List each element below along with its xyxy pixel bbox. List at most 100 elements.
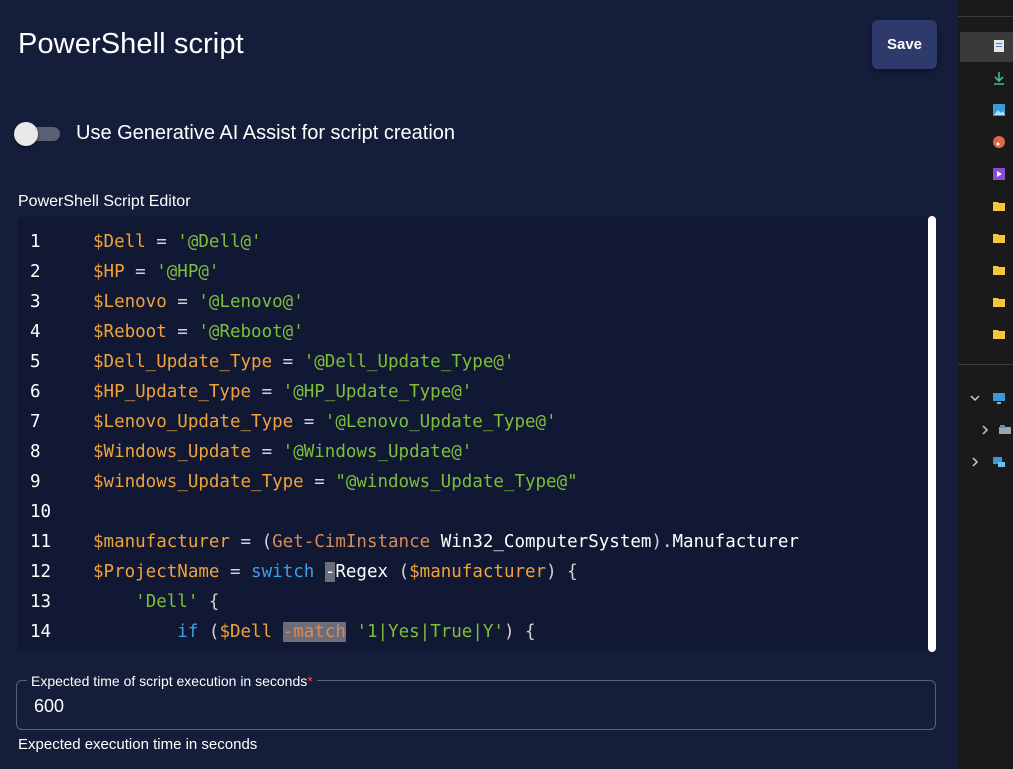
- code-token: $Lenovo: [93, 292, 167, 312]
- line-number: 3: [30, 292, 41, 312]
- code-token: $Windows_Update: [93, 442, 252, 462]
- divider: [958, 16, 1013, 17]
- code-token: -match: [282, 622, 346, 642]
- code-token: Manufacturer: [672, 532, 799, 552]
- code-text: $windows_Update_Type = "@windows_Update_…: [93, 467, 578, 497]
- code-token: (: [388, 562, 410, 582]
- code-token: -: [324, 562, 336, 582]
- folder-icon[interactable]: [992, 199, 1006, 213]
- toggle-knob: [14, 122, 38, 146]
- folder-icon[interactable]: [992, 295, 1006, 309]
- code-token: '@Dell@': [177, 232, 262, 252]
- network-icon[interactable]: [992, 455, 1006, 469]
- ai-assist-toggle[interactable]: [14, 121, 62, 147]
- code-text: $HP_Update_Type = '@HP_Update_Type@': [93, 377, 472, 407]
- chevron-down-icon[interactable]: [968, 391, 982, 405]
- code-token: '@Reboot@': [198, 322, 304, 342]
- ai-assist-label: Use Generative AI Assist for script crea…: [76, 122, 456, 144]
- code-token: '@Lenovo@': [198, 292, 304, 312]
- code-text: $Reboot = '@Reboot@': [93, 317, 304, 347]
- code-token: '@HP@': [156, 262, 220, 282]
- code-token: =: [166, 322, 199, 342]
- line-number: 2: [30, 262, 41, 282]
- code-token: =: [166, 292, 199, 312]
- save-button[interactable]: Save: [872, 20, 937, 69]
- code-token: =: [145, 232, 178, 252]
- code-token: Regex: [335, 562, 389, 582]
- code-text: $Dell_Update_Type = '@Dell_Update_Type@': [93, 347, 514, 377]
- code-token: "@windows_Update_Type@": [335, 472, 578, 492]
- chevron-right-icon[interactable]: [968, 455, 982, 469]
- code-text: if ($Dell -match '1|Yes|True|Y') {: [93, 617, 536, 647]
- explorer-side-panel: [958, 0, 1013, 769]
- code-token: '@Windows_Update@': [282, 442, 473, 462]
- code-token: $HP: [93, 262, 125, 282]
- code-token: if: [177, 622, 199, 642]
- download-icon[interactable]: [992, 71, 1006, 85]
- editor-label: PowerShell Script Editor: [18, 193, 191, 210]
- script-editor-page: PowerShell script Save Use Generative AI…: [0, 0, 958, 769]
- chevron-right-icon[interactable]: [978, 423, 992, 437]
- code-editor[interactable]: 1 $Dell = '@Dell@' 2 $HP = '@HP@' 3 $Lenovo =…: [17, 217, 931, 652]
- folder-icon[interactable]: [992, 263, 1006, 277]
- code-token: $ProjectName: [93, 562, 220, 582]
- code-token: =: [219, 562, 252, 582]
- code-text: 'Dell' {: [93, 587, 219, 617]
- line-number: 14: [30, 622, 52, 642]
- line-number: 9: [30, 472, 41, 492]
- code-token: Win32_ComputerSystem: [430, 532, 652, 552]
- execution-time-input[interactable]: 600: [34, 696, 64, 717]
- code-token: $Dell: [93, 232, 146, 252]
- code-text: $Lenovo_Update_Type = '@Lenovo_Update_Ty…: [93, 407, 557, 437]
- image-icon[interactable]: [992, 103, 1006, 117]
- line-number: 10: [30, 502, 52, 522]
- code-text: $Windows_Update = '@Windows_Update@': [93, 437, 472, 467]
- code-token: $Dell_Update_Type: [93, 352, 273, 372]
- folder-icon[interactable]: [992, 327, 1006, 341]
- code-token: =: [251, 442, 283, 462]
- code-token: =: [293, 412, 325, 432]
- divider: [958, 364, 1013, 365]
- code-token: ) {: [503, 622, 536, 642]
- code-token: {: [198, 592, 220, 612]
- code-token: ) {: [546, 562, 578, 582]
- folder-icon[interactable]: [992, 231, 1006, 245]
- music-icon[interactable]: [992, 135, 1006, 149]
- code-text: $ProjectName = switch -Regex ($manufactu…: [93, 557, 578, 587]
- line-number: 1: [30, 232, 41, 252]
- code-token: =: [272, 352, 304, 372]
- code-text: $Dell = '@Dell@': [93, 227, 262, 257]
- code-token: '@Dell_Update_Type@': [303, 352, 515, 372]
- line-number: 8: [30, 442, 41, 462]
- line-number: 6: [30, 382, 41, 402]
- code-token: =: [251, 382, 283, 402]
- line-number: 11: [30, 532, 52, 552]
- execution-time-label: Expected time of script execution in sec…: [27, 673, 317, 689]
- code-token: 'Dell': [135, 592, 199, 612]
- code-token: $HP_Update_Type: [93, 382, 252, 402]
- code-token: $Dell: [219, 622, 273, 642]
- editor-scrollbar[interactable]: [928, 216, 936, 652]
- line-number: 5: [30, 352, 41, 372]
- code-token: $windows_Update_Type: [93, 472, 304, 492]
- code-token: ).: [651, 532, 673, 552]
- code-text: $HP = '@HP@': [93, 257, 219, 287]
- drive-icon[interactable]: [998, 423, 1012, 437]
- execution-time-helper: Expected execution time in seconds: [18, 736, 258, 753]
- code-token: $manufacturer: [93, 532, 230, 552]
- code-token: Get-CimInstance: [272, 532, 431, 552]
- line-number: 7: [30, 412, 41, 432]
- code-token: $manufacturer: [409, 562, 547, 582]
- code-token: switch: [251, 562, 315, 582]
- code-text: $Lenovo = '@Lenovo@': [93, 287, 304, 317]
- line-number: 13: [30, 592, 52, 612]
- video-icon[interactable]: [992, 167, 1006, 181]
- code-token: '@HP_Update_Type@': [282, 382, 473, 402]
- code-token: '@Lenovo_Update_Type@': [324, 412, 557, 432]
- document-icon[interactable]: [992, 39, 1006, 53]
- computer-icon[interactable]: [992, 391, 1006, 405]
